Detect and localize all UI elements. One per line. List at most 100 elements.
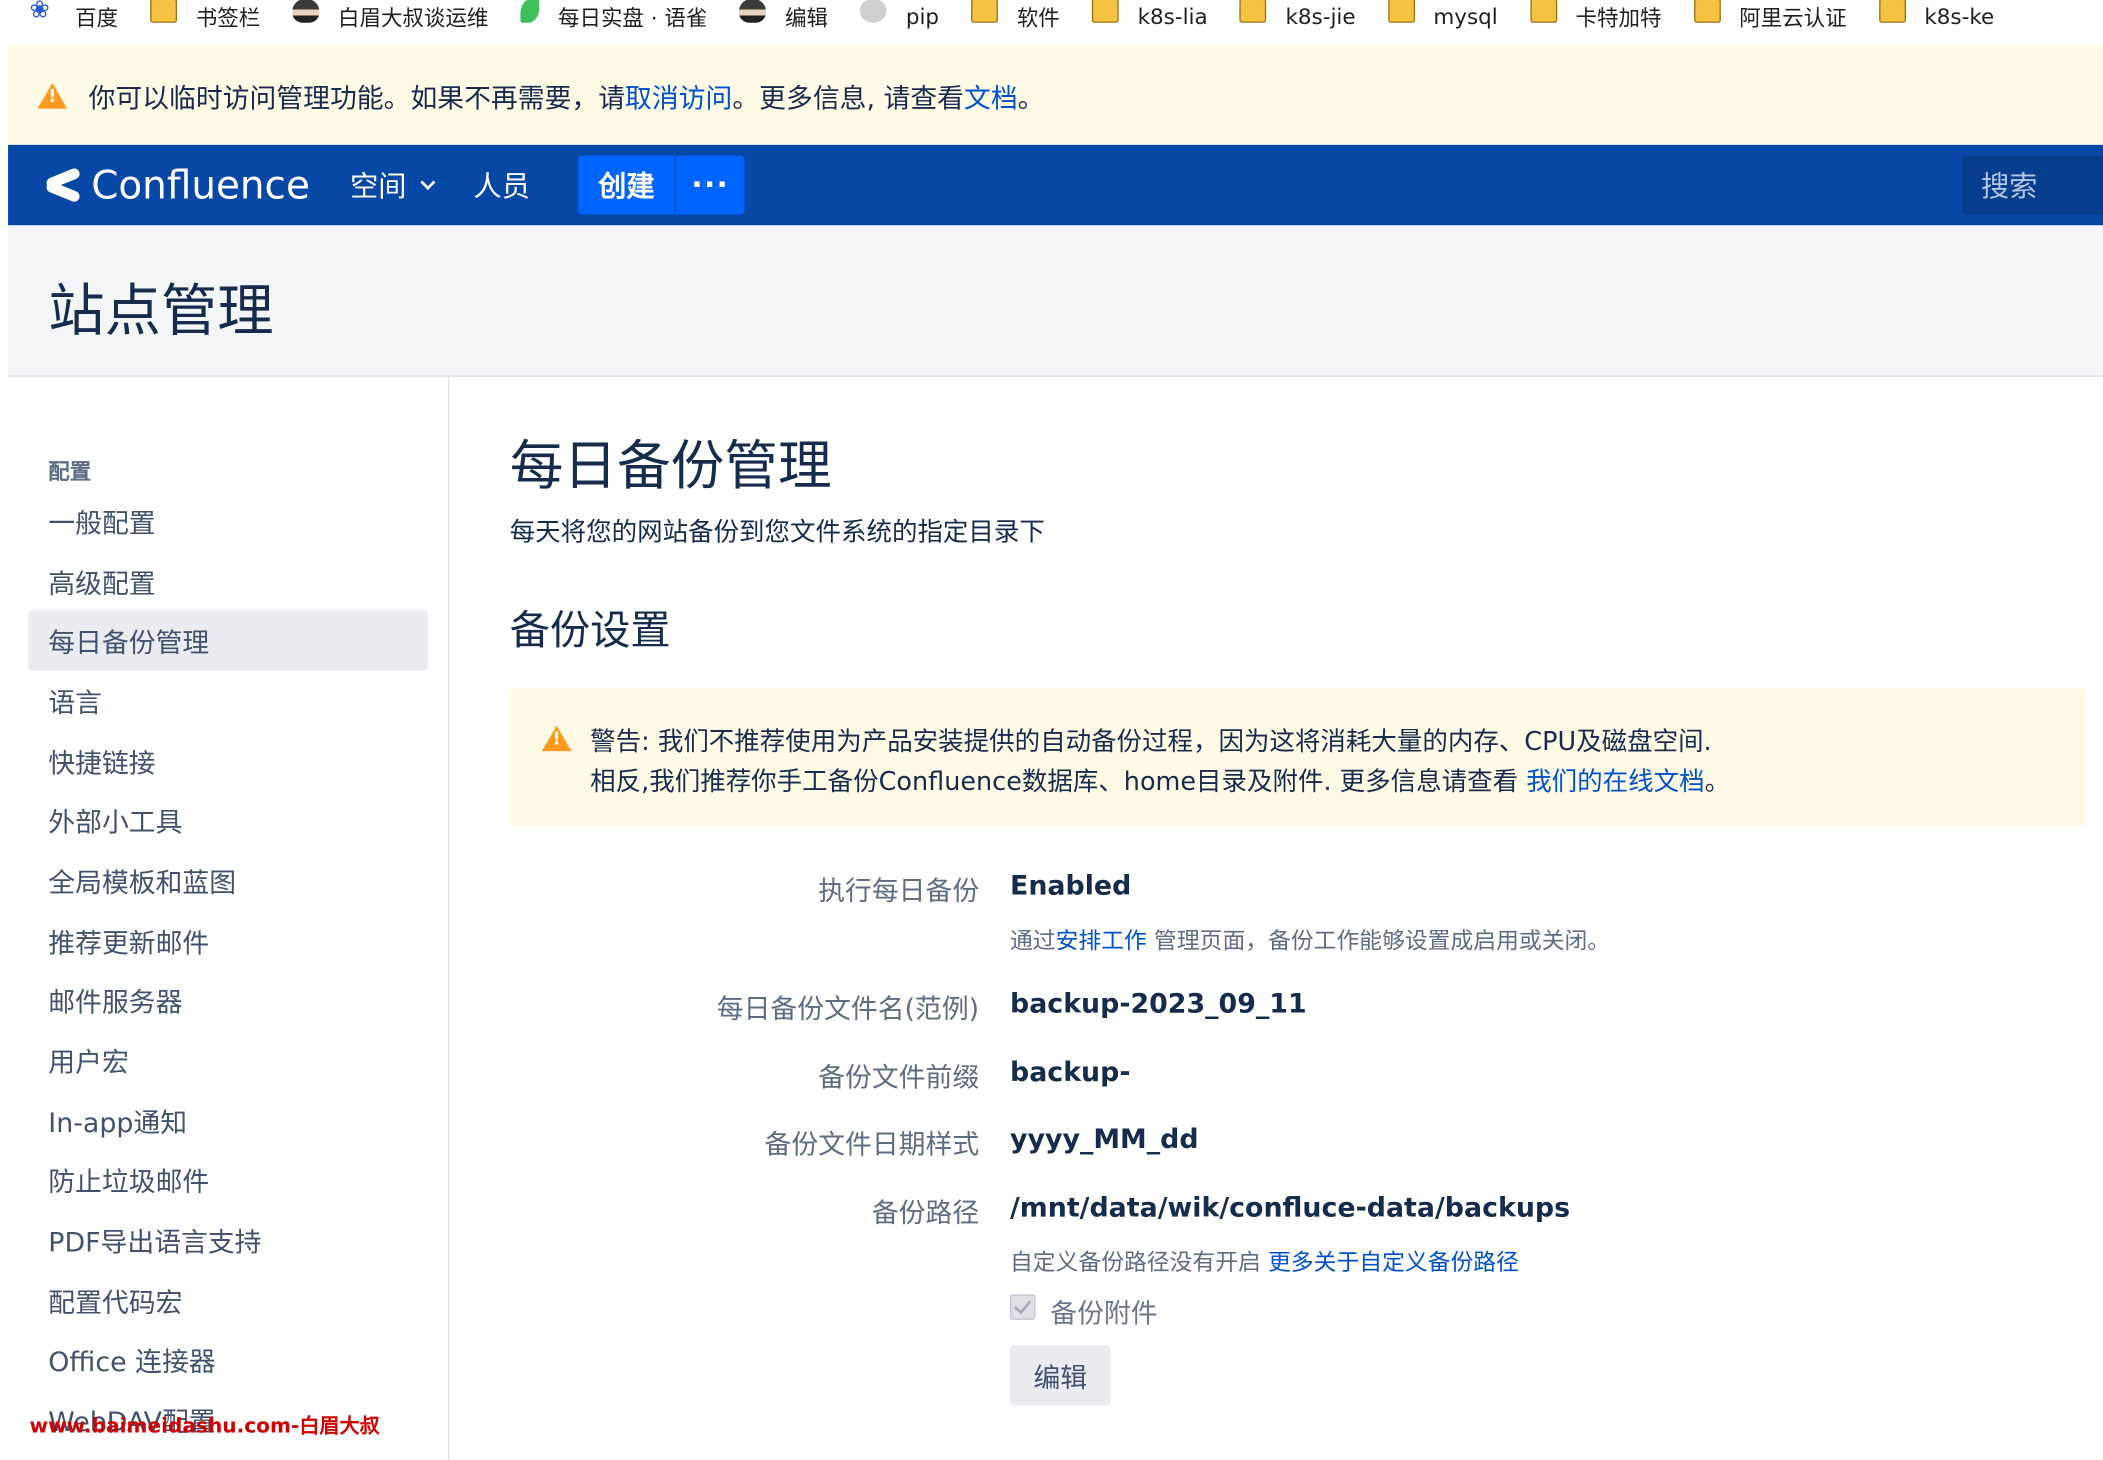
search-input[interactable]: 搜索 [1962,155,2103,215]
folder-icon [1387,0,1415,23]
bookmark-label: k8s-jie [1285,3,1356,29]
bookmark-label: k8s-ke [1924,3,1995,29]
online-docs-link[interactable]: 我们的在线文档 [1526,767,1704,797]
sidebar-item[interactable]: 高级配置 [28,551,428,611]
sidebar-item[interactable]: 外部小工具 [28,791,428,851]
edit-button[interactable]: 编辑 [1009,1345,1111,1406]
folder-icon [1091,0,1119,23]
bookmark-item[interactable]: 编辑 [739,0,828,32]
warning-icon [541,725,572,752]
bookmark-label: 编辑 [785,5,829,31]
backup-attachments-label: 备份附件 [1050,1297,1158,1330]
sidebar-item[interactable]: 全局模板和蓝图 [28,851,428,911]
sidebar-item[interactable]: 配置代码宏 [28,1270,428,1330]
watermark-text: www.baimeidashu.com-白眉大叔 [29,1413,380,1438]
sidebar-item[interactable]: 语言 [28,671,428,731]
sidebar-item[interactable]: 防止垃圾邮件 [28,1150,428,1210]
bookmark-item[interactable]: 软件 [971,0,1060,32]
yuque-leaf-icon [520,0,540,23]
warning-line-1: 警告: 我们不推荐使用为产品安装提供的自动备份过程，因为这将消耗大量的内存、CP… [590,726,1712,757]
daily-backup-help-suffix: 管理页面，备份工作能够设置成启用或关闭。 [1146,928,1611,956]
folder-icon [1878,0,1906,23]
backup-path-value: /mnt/data/wik/confluce-data/backups [1009,1191,1571,1224]
bookmark-label: 白眉大叔谈运维 [338,5,489,31]
section-title: 备份设置 [509,607,671,655]
folder-icon [1529,0,1557,23]
bookmark-item[interactable]: 每日实盘 · 语雀 [520,0,707,32]
page-root: ❀ 百度 书签栏 白眉大叔谈运维 每日实盘 · 语雀 编辑 pip 软件 k8s-lia k8s-… [0,0,2103,1460]
bookmark-label: 卡特加特 [1575,5,1662,31]
bookmark-label: 软件 [1016,5,1060,31]
more-create-options-button[interactable]: ··· [674,155,745,215]
sidebar-item[interactable]: In-app通知 [28,1090,428,1150]
main-content: 每日备份管理 每天将您的网站备份到您文件系统的指定目录下 备份设置 警告: 我们… [509,377,2103,1460]
backup-filename-value: backup-2023_09_11 [1009,987,1307,1020]
bookmark-label: mysql [1433,3,1498,29]
sidebar-item[interactable]: 推荐更新邮件 [28,910,428,970]
bookmark-item[interactable]: ❀ 百度 [30,0,119,32]
sidebar-item[interactable]: PDF导出语言支持 [28,1210,428,1270]
confluence-logo-icon [46,170,81,200]
bookmark-item[interactable]: k8s-ke [1878,0,1995,32]
folder-icon [1239,0,1267,23]
bookmark-label: pip [905,3,940,29]
sidebar-item[interactable]: 用户宏 [28,1030,428,1090]
logo-text: Confluence [91,162,310,208]
page-header: 站点管理 [8,225,2103,377]
backup-path-help-text: 自定义备份路径没有开启 [1009,1250,1269,1277]
bookmark-item[interactable]: pip [860,0,939,32]
scheduled-jobs-link[interactable]: 安排工作 [1056,928,1147,955]
custom-backup-path-link[interactable]: 更多关于自定义备份路径 [1268,1250,1519,1277]
backup-date-pattern-value: yyyy_MM_dd [1009,1122,1199,1155]
bookmarks-bar: ❀ 百度 书签栏 白眉大叔谈运维 每日实盘 · 语雀 编辑 pip 软件 k8s-lia k8s-… [0,0,2103,33]
bookmark-label: 百度 [75,5,119,31]
daily-backup-help: 通过安排工作 管理页面，备份工作能够设置成启用或关闭。 [1010,921,1610,955]
nav-people[interactable]: 人员 [474,165,530,205]
folder-icon [1693,0,1721,23]
create-button[interactable]: 创建 [578,155,675,215]
main-description: 每天将您的网站备份到您文件系统的指定目录下 [509,517,1045,548]
avatar-icon [292,0,320,23]
warning-line-2-text: 相反,我们推荐你手工备份Confluence数据库、home目录及附件. 更多信… [590,767,1527,797]
top-navigation: Confluence 空间 人员 创建 ··· 搜索 [8,144,2103,226]
bookmark-item[interactable]: k8s-lia [1091,0,1208,32]
sidebar-item[interactable]: 快捷链接 [28,731,428,791]
warning-icon [37,82,68,108]
backup-filename-label: 每日备份文件名(范例) [716,992,980,1025]
backup-date-pattern-label: 备份文件日期样式 [764,1128,980,1161]
bookmark-label: 每日实盘 · 语雀 [558,5,708,31]
daily-backup-help-prefix: 通过 [1009,928,1056,956]
sidebar-heading: 配置 [48,458,92,485]
warning-line-2-end: 。 [1704,767,1731,797]
warning-line-2: 相反,我们推荐你手工备份Confluence数据库、home目录及附件. 更多信… [590,762,1730,798]
nav-people-label: 人员 [473,170,530,203]
bookmark-item[interactable]: 阿里云认证 [1693,0,1847,32]
backup-warning-box: 警告: 我们不推荐使用为产品安装提供的自动备份过程，因为这将消耗大量的内存、CP… [509,688,2086,827]
bookmark-item[interactable]: mysql [1387,0,1498,32]
chevron-down-icon [420,174,436,190]
cancel-access-link[interactable]: 取消访问 [625,76,732,115]
create-button-group: 创建 ··· [578,155,745,215]
folder-icon [150,0,178,23]
banner-text-after: 。 [1017,81,1045,114]
bookmark-item[interactable]: k8s-jie [1239,0,1356,32]
sidebar-item[interactable]: 一般配置 [28,491,428,551]
nav-spaces[interactable]: 空间 [350,165,436,205]
folder-icon [971,0,999,23]
bookmark-label: 阿里云认证 [1739,5,1847,31]
sidebar-item[interactable]: 每日备份管理 [28,610,428,671]
main-title: 每日备份管理 [509,435,832,498]
confluence-logo[interactable]: Confluence [46,162,310,208]
bookmark-label: k8s-lia [1137,3,1208,29]
bookmark-item[interactable]: 白眉大叔谈运维 [292,0,488,32]
sidebar-item[interactable]: 邮件服务器 [28,970,428,1030]
docs-link[interactable]: 文档 [964,76,1018,115]
backup-prefix-value: backup- [1009,1055,1131,1088]
backup-prefix-label: 备份文件前缀 [818,1060,980,1094]
bookmark-item[interactable]: 卡特加特 [1529,0,1662,32]
sidebar-item[interactable]: Office 连接器 [28,1330,428,1390]
admin-access-banner: 你可以临时访问管理功能。如果不再需要，请 取消访问 。更多信息, 请查看 文档 … [8,45,2103,145]
daily-backup-label: 执行每日备份 [818,874,980,907]
bookmark-item[interactable]: 书签栏 [150,0,260,32]
backup-attachments-checkbox[interactable] [1009,1294,1036,1320]
